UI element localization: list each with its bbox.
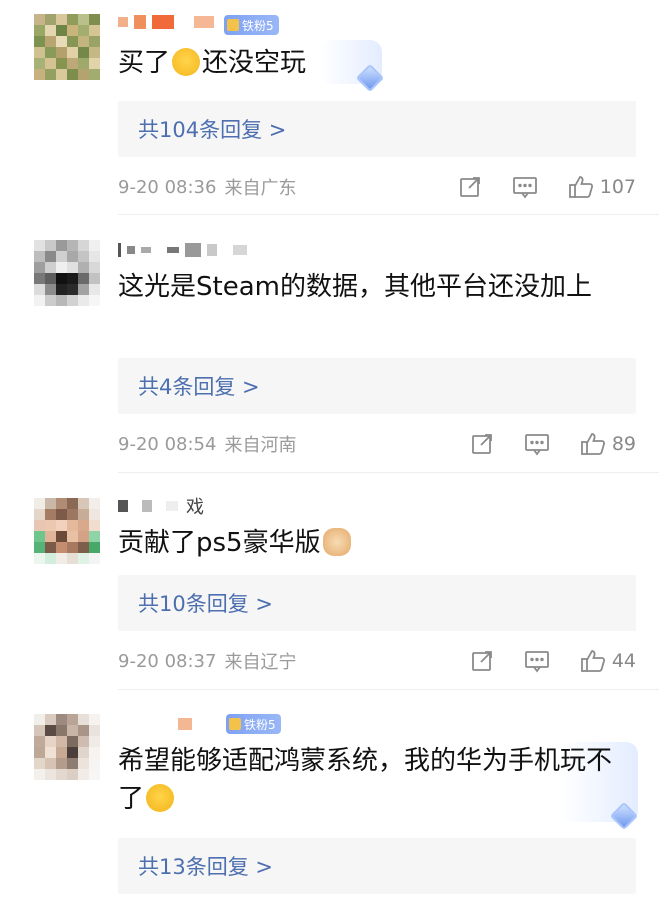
comment-button[interactable] <box>512 175 538 199</box>
repost-icon <box>471 434 492 454</box>
comment-text: 这光是Steam的数据，其他平台还没加上 <box>118 272 592 302</box>
view-replies-button[interactable]: 共10条回复 > <box>118 575 636 631</box>
view-replies-button[interactable]: 共104条回复 > <box>118 101 636 157</box>
username-blurred[interactable]: 铁粉5 <box>118 712 281 736</box>
fan-badge: 铁粉5 <box>226 714 281 734</box>
comment-meta: 9-20 08:54 来自河南 89 <box>118 431 636 457</box>
comment-meta: 9-20 08:37 来自辽宁 44 <box>118 648 636 674</box>
view-replies-button[interactable]: 共13条回复 > <box>118 838 636 894</box>
avatar[interactable] <box>34 714 100 780</box>
comment-button[interactable] <box>524 432 550 456</box>
shushing-face-emoji <box>146 784 175 812</box>
comment-actions: 107 <box>428 174 636 200</box>
repost-icon <box>459 177 480 197</box>
comment-actions: 44 <box>440 648 636 674</box>
repost-button[interactable] <box>458 175 482 199</box>
divider <box>118 214 659 215</box>
comment-text: 希望能够适配鸿蒙系统，我的华为手机玩不了 <box>118 746 613 814</box>
like-button[interactable]: 44 <box>580 648 636 674</box>
divider <box>118 472 659 473</box>
avatar[interactable] <box>34 498 100 564</box>
comment-icon <box>524 434 549 456</box>
comment-icon <box>512 177 537 199</box>
cat-face-emoji <box>322 528 351 556</box>
repost-icon <box>471 651 492 671</box>
fan-badge-icon <box>227 19 239 31</box>
comment-button[interactable] <box>524 649 550 673</box>
like-button[interactable]: 107 <box>568 174 636 200</box>
fan-badge-icon <box>229 718 241 730</box>
comment-actions: 89 <box>440 431 636 457</box>
thumbs-up-icon <box>580 650 605 672</box>
avatar[interactable] <box>34 240 100 306</box>
comment-feed: 铁粉5 买了 还没空玩 共104条回复 > 9-20 08:36 来自广东 10… <box>0 0 659 915</box>
like-button[interactable]: 89 <box>580 431 636 457</box>
view-replies-button[interactable]: 共4条回复 > <box>118 358 636 414</box>
comment-meta: 9-20 08:36 来自广东 107 <box>118 174 636 200</box>
username-blurred[interactable]: 铁粉5 <box>118 14 279 38</box>
comment-text: 贡献了ps5豪华版 <box>118 524 638 562</box>
avatar[interactable] <box>34 14 100 80</box>
divider <box>118 689 659 690</box>
sweat-smile-emoji <box>172 48 201 76</box>
repost-button[interactable] <box>470 649 494 673</box>
repost-button[interactable] <box>470 432 494 456</box>
thumbs-up-icon <box>568 176 593 198</box>
fan-badge: 铁粉5 <box>224 15 279 35</box>
username-blurred[interactable]: 戏 <box>118 494 204 518</box>
username-blurred[interactable] <box>118 238 253 262</box>
comment-icon <box>524 651 549 673</box>
thumbs-up-icon <box>580 433 605 455</box>
